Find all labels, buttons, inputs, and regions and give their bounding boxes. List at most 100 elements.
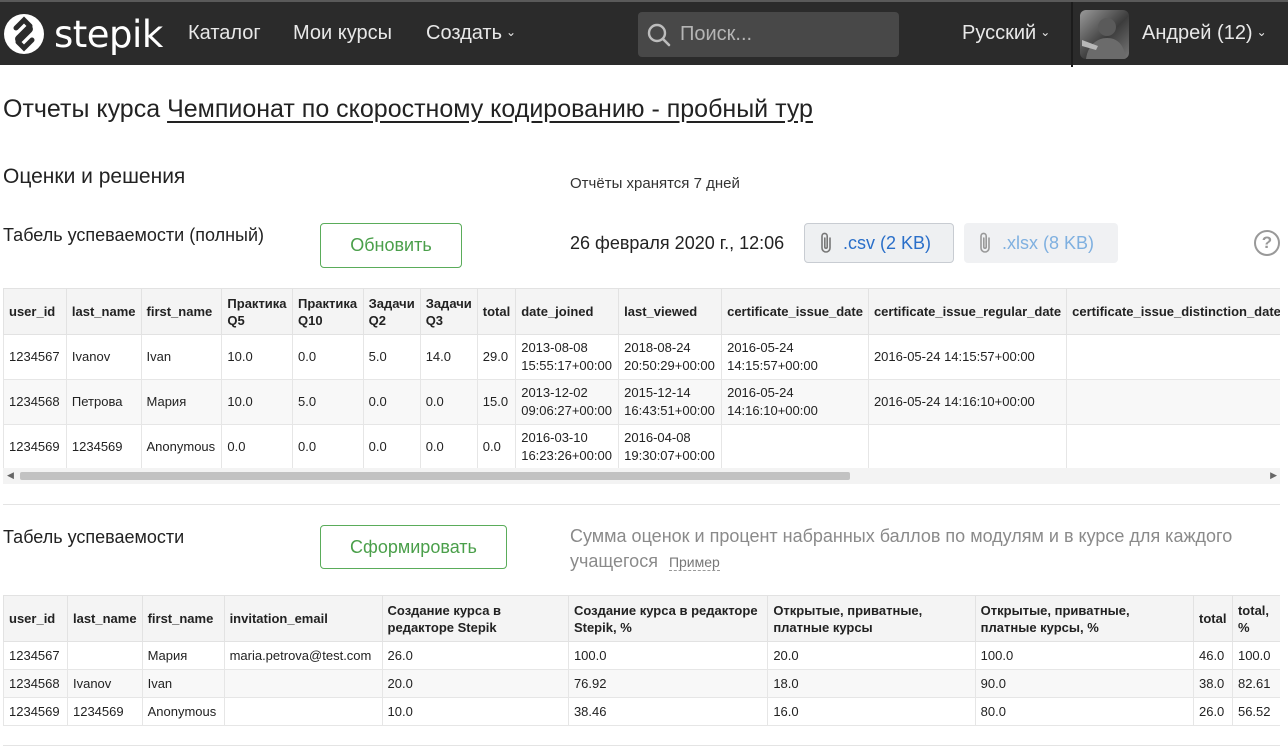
column-header[interactable]: user_id: [3, 595, 68, 642]
column-header[interactable]: user_id: [3, 288, 67, 335]
table-cell: 100.0: [1231, 641, 1280, 670]
avatar[interactable]: [1080, 10, 1129, 59]
table-cell: Ivan: [141, 669, 225, 698]
column-header[interactable]: Создание курса в редакторе Stepik: [381, 595, 569, 642]
table-cell: 46.0: [1192, 641, 1233, 670]
table-cell: Мария: [141, 641, 225, 670]
table-cell: 2016-05-24 14:16:10+00:00: [867, 379, 1068, 425]
table-cell: [1066, 424, 1280, 468]
xlsx-label: .xlsx (8 KB): [1002, 232, 1095, 253]
example-link[interactable]: Пример: [668, 554, 720, 571]
page-title-prefix: Отчеты курса: [3, 95, 161, 123]
nav-my-courses[interactable]: Мои курсы: [293, 22, 392, 45]
short-report-description: Сумма оценок и процент набранных баллов …: [570, 524, 1270, 575]
column-header[interactable]: certificate_issue_date: [721, 288, 869, 335]
full-report-label: Табель успеваемости (полный): [3, 225, 265, 245]
table-cell: [223, 669, 383, 698]
search-box[interactable]: [638, 12, 899, 57]
table-cell: 20.0: [381, 669, 569, 698]
short-report-table: user_id last_name first_name invitation_…: [3, 595, 1280, 726]
course-link[interactable]: Чемпионат по скоростному кодированию - п…: [167, 95, 813, 123]
table-cell: [1066, 379, 1280, 425]
chevron-down-icon: ⌄: [506, 25, 517, 39]
column-header[interactable]: Практика Q10: [292, 288, 364, 335]
table-cell: 0.0: [221, 424, 294, 468]
chevron-down-icon: ⌄: [1040, 25, 1051, 39]
table-cell: 10.0: [381, 697, 569, 726]
table-cell: 0.0: [362, 379, 421, 425]
column-header[interactable]: Практика Q5: [221, 288, 294, 335]
scroll-right-icon[interactable]: ▶: [1270, 470, 1277, 481]
column-header[interactable]: date_joined: [515, 288, 620, 335]
scroll-left-icon[interactable]: ◀: [7, 470, 14, 481]
nav-create[interactable]: Создать ⌄: [426, 22, 516, 45]
column-header[interactable]: Открытые, приватные, платные курсы: [767, 595, 976, 642]
download-xlsx-button[interactable]: .xlsx (8 KB): [964, 223, 1118, 263]
table-cell: 2015-12-14 16:43:51+00:00: [618, 379, 723, 425]
column-header[interactable]: Создание курса в редакторе Stepik, %: [567, 595, 769, 642]
nav-catalog[interactable]: Каталог: [188, 22, 261, 45]
table-cell: 1234569: [3, 697, 68, 726]
table-header-row: user_id last_name first_name invitation_…: [3, 595, 1280, 642]
help-icon[interactable]: ?: [1254, 230, 1280, 256]
column-header[interactable]: invitation_email: [223, 595, 383, 642]
section-divider: [3, 745, 1280, 746]
column-header[interactable]: last_viewed: [618, 288, 723, 335]
column-header[interactable]: Задачи Q2: [362, 288, 421, 335]
section-divider: [3, 504, 1280, 505]
refresh-button[interactable]: Обновить: [320, 223, 462, 268]
short-report-table-container[interactable]: user_id last_name first_name invitation_…: [3, 595, 1280, 727]
table-cell: 56.52: [1231, 697, 1280, 726]
table-cell: 38.0: [1192, 669, 1233, 698]
table-cell: 80.0: [974, 697, 1194, 726]
table-cell: 0.0: [419, 424, 478, 468]
user-name: Андрей (12): [1142, 22, 1253, 44]
column-header[interactable]: last_name: [65, 288, 142, 335]
column-header[interactable]: last_name: [66, 595, 143, 642]
column-header[interactable]: total: [1192, 595, 1233, 642]
table-row: 1234568 Петрова Мария 10.0 5.0 0.0 0.0 1…: [3, 379, 1280, 425]
scrollbar-thumb[interactable]: [20, 472, 850, 480]
table-cell: 1234567: [3, 641, 68, 670]
table-cell: 2013-12-02 09:06:27+00:00: [515, 379, 620, 425]
table-cell: maria.petrova@test.com: [223, 641, 383, 670]
search-input[interactable]: [680, 23, 880, 46]
language-selector[interactable]: Русский ⌄: [962, 22, 1050, 45]
csv-label: .csv (2 KB): [843, 232, 932, 253]
section-heading: Оценки и решения: [3, 165, 186, 188]
full-report-table: user_id last_name first_name Практика Q5…: [3, 288, 1280, 468]
column-header[interactable]: certificate_issue_regular_date: [867, 288, 1068, 335]
short-report-label: Табель успеваемости: [3, 527, 185, 547]
table-row: 1234567 Мария maria.petrova@test.com 26.…: [3, 641, 1280, 670]
table-cell: 0.0: [292, 334, 364, 380]
column-header[interactable]: Задачи Q3: [419, 288, 478, 335]
table-cell: 0.0: [476, 424, 517, 468]
generate-button[interactable]: Сформировать: [320, 525, 507, 569]
table-cell: 14.0: [419, 334, 478, 380]
table-cell: 5.0: [362, 334, 421, 380]
horizontal-scrollbar[interactable]: ◀ ▶: [3, 468, 1280, 484]
stepik-logo[interactable]: stepik: [4, 12, 163, 56]
column-header[interactable]: first_name: [140, 288, 223, 335]
table-cell: Anonymous: [140, 424, 223, 468]
table-cell: 76.92: [567, 669, 769, 698]
paperclip-icon: [821, 232, 831, 253]
table-row: 1234567 Ivanov Ivan 10.0 0.0 5.0 14.0 29…: [3, 334, 1280, 380]
table-cell: 82.61: [1231, 669, 1280, 698]
table-cell: 18.0: [767, 669, 976, 698]
column-header[interactable]: total: [476, 288, 517, 335]
navbar-divider: [1071, 2, 1073, 67]
table-cell: 1234567: [3, 334, 67, 380]
table-cell: 100.0: [974, 641, 1194, 670]
full-report-table-container[interactable]: user_id last_name first_name Практика Q5…: [3, 288, 1280, 468]
download-csv-button[interactable]: .csv (2 KB): [804, 223, 954, 263]
table-cell: 38.46: [567, 697, 769, 726]
table-cell: Ivan: [140, 334, 223, 380]
user-menu[interactable]: Андрей (12) ⌄: [1142, 22, 1267, 45]
column-header[interactable]: certificate_issue_distinction_date: [1066, 288, 1280, 335]
column-header[interactable]: Открытые, приватные, платные курсы, %: [974, 595, 1194, 642]
column-header[interactable]: total, %: [1231, 595, 1280, 642]
table-cell: 2016-05-24 14:15:57+00:00: [721, 334, 869, 380]
column-header[interactable]: first_name: [141, 595, 225, 642]
table-cell: 26.0: [1192, 697, 1233, 726]
